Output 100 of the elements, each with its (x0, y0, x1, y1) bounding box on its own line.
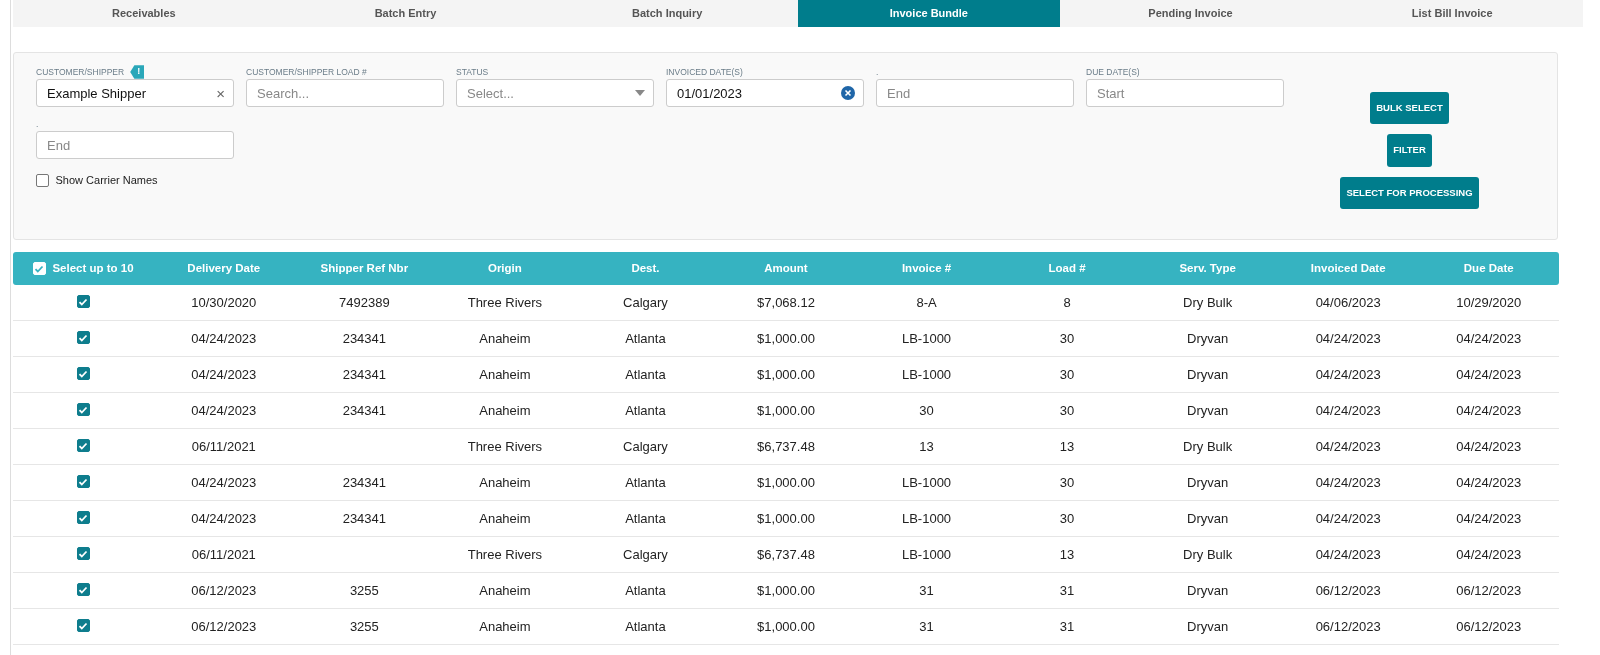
table-cell: Three Rivers (467, 294, 543, 310)
checkbox[interactable] (76, 475, 90, 489)
input-field[interactable]: Start (1086, 79, 1284, 107)
table-cell: $1,000.00 (757, 582, 815, 598)
action-button[interactable]: FILTER (1387, 134, 1432, 167)
checkbox[interactable] (76, 583, 90, 597)
field-label: . (876, 65, 879, 79)
checkbox[interactable] (76, 331, 90, 345)
tab[interactable]: Batch Entry (274, 0, 537, 27)
table-cell: 06/11/2021 (191, 438, 256, 454)
column-header: Invoiced Date (1309, 260, 1387, 276)
column-header: Select up to 10 (52, 260, 134, 276)
table-cell: 234341 (342, 474, 387, 490)
tab[interactable]: Invoice Bundle (798, 0, 1060, 27)
table-cell: 30 (1059, 402, 1075, 418)
field-label: INVOICED DATE(S) (666, 65, 743, 79)
column-header: Origin (486, 260, 523, 276)
table-cell: Atlanta (625, 618, 666, 634)
table-cell: Atlanta (625, 402, 666, 418)
field-label: CUSTOMER/SHIPPER (36, 65, 125, 79)
table-cell: 10/29/2020 (1456, 294, 1522, 310)
table-cell: Three Rivers (467, 546, 543, 562)
checkbox-label: Show Carrier Names (55, 173, 158, 188)
table-cell: 04/24/2023 (1456, 474, 1522, 490)
table-cell: 04/24/2023 (1315, 330, 1381, 346)
table-cell: Anaheim (479, 618, 531, 634)
table-cell: 13 (919, 438, 934, 454)
action-button[interactable]: SELECT FOR PROCESSING (1340, 176, 1479, 209)
checkbox[interactable] (76, 295, 90, 309)
table-cell: Calgary (623, 294, 668, 310)
table-cell: 04/24/2023 (1456, 330, 1522, 346)
checkbox[interactable] (36, 173, 49, 187)
table-cell: Atlanta (625, 582, 666, 598)
table-cell: 234341 (342, 366, 387, 382)
table-cell: $7,068.12 (757, 294, 815, 310)
table-cell: 04/24/2023 (191, 510, 257, 526)
checkbox[interactable] (76, 367, 90, 381)
checkbox[interactable] (76, 439, 90, 453)
table-cell: $1,000.00 (757, 618, 815, 634)
table-cell: 10/30/2020 (191, 294, 257, 310)
table-cell: Calgary (623, 546, 668, 562)
warning-badge: ! (130, 65, 145, 79)
table-cell: 04/24/2023 (1456, 366, 1522, 382)
input-field[interactable]: 01/01/2023 (666, 79, 864, 107)
table-cell: Dryvan (1187, 366, 1229, 382)
table-cell: 04/24/2023 (191, 330, 257, 346)
table-cell: 31 (1059, 582, 1075, 598)
table-cell: 04/24/2023 (1456, 510, 1522, 526)
checkbox[interactable] (76, 403, 90, 417)
action-button[interactable]: BULK SELECT (1370, 92, 1449, 125)
table-cell: LB-1000 (901, 510, 952, 526)
input-field[interactable]: Search... (246, 79, 444, 107)
table-cell: 04/06/2023 (1315, 294, 1381, 310)
checkbox[interactable] (76, 547, 90, 561)
table-cell: 06/12/2023 (191, 582, 257, 598)
tab[interactable]: Pending Invoice (1059, 0, 1322, 27)
table-cell: 04/24/2023 (191, 402, 257, 418)
table-cell: 04/24/2023 (1456, 546, 1522, 562)
table-cell: 31 (919, 582, 934, 598)
field-label: DUE DATE(S) (1086, 65, 1140, 79)
table-cell: Anaheim (479, 474, 531, 490)
table-cell: 04/24/2023 (191, 366, 257, 382)
clear-button[interactable]: × (216, 85, 225, 101)
tab[interactable]: Receivables (13, 0, 275, 27)
column-header: Due Date (1462, 260, 1515, 276)
tab[interactable]: List Bill Invoice (1321, 0, 1584, 27)
column-header: Invoice # (900, 260, 953, 276)
table-cell: 04/24/2023 (1456, 402, 1522, 418)
table-cell: Anaheim (479, 510, 531, 526)
checkbox[interactable] (76, 619, 90, 633)
checkbox[interactable] (76, 511, 90, 525)
input-field[interactable]: End (876, 79, 1074, 107)
table-cell: 04/24/2023 (1315, 546, 1381, 562)
input-field[interactable]: Select... (456, 79, 654, 107)
input-field[interactable]: End (36, 131, 234, 159)
field-label: CUSTOMER/SHIPPER LOAD # (246, 65, 367, 79)
table-cell: Dry Bulk (1183, 294, 1233, 310)
table-cell: 13 (1059, 546, 1075, 562)
table-cell: Anaheim (479, 582, 531, 598)
table-cell: 7492389 (339, 294, 390, 310)
tab[interactable]: Batch Inquiry (536, 0, 798, 27)
column-header: Serv. Type (1178, 260, 1237, 276)
clear-icon[interactable] (841, 86, 855, 100)
table-cell: 30 (1059, 366, 1075, 382)
table-cell: 30 (1059, 330, 1075, 346)
table-cell: 04/24/2023 (1315, 366, 1381, 382)
table-cell: 06/12/2023 (1315, 582, 1381, 598)
column-header: Load # (1047, 260, 1087, 276)
table-cell: $6,737.48 (757, 546, 815, 562)
table-cell: 04/24/2023 (1456, 438, 1522, 454)
table-cell: LB-1000 (901, 366, 952, 382)
table-cell: 3255 (349, 582, 379, 598)
table-cell: 30 (1059, 510, 1075, 526)
table-cell: 06/11/2021 (191, 546, 256, 562)
table-cell: 13 (1059, 438, 1075, 454)
table-cell: Dryvan (1187, 474, 1229, 490)
table-cell: $1,000.00 (757, 510, 815, 526)
table-cell: 8 (1063, 294, 1071, 310)
table-cell: Calgary (623, 438, 668, 454)
table-cell: 234341 (342, 330, 387, 346)
